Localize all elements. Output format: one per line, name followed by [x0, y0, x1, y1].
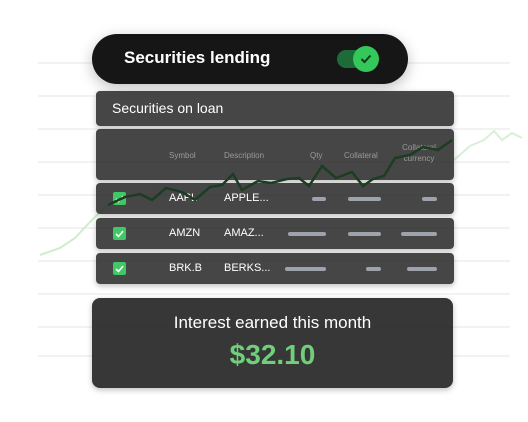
collateral-placeholder-bar — [348, 232, 381, 236]
securities-lending-label: Securities lending — [124, 48, 271, 67]
row-checkbox[interactable] — [113, 192, 126, 205]
table-row[interactable]: BRK.B BERKS... — [96, 253, 454, 284]
securities-lending-switch[interactable] — [337, 46, 379, 72]
row-symbol: BRK.B — [169, 262, 203, 274]
collateral-currency-placeholder-bar — [407, 267, 437, 271]
column-header-collateral: Collateral — [344, 151, 378, 160]
collateral-currency-placeholder-bar — [422, 197, 437, 201]
row-description: AMAZ... — [224, 227, 264, 239]
row-symbol: AAPL — [169, 192, 198, 204]
collateral-placeholder-bar — [366, 267, 381, 271]
row-description: APPLE... — [224, 192, 269, 204]
table-header: Symbol Description Qty Collateral Collat… — [96, 129, 454, 180]
table-row[interactable]: AMZN AMAZ... — [96, 218, 454, 249]
securities-lending-toggle-card: Securities lending — [92, 34, 408, 84]
interest-earned-amount: $32.10 — [229, 339, 316, 370]
row-description: BERKS... — [224, 262, 271, 274]
interest-earned-label: Interest earned this month — [173, 313, 372, 332]
column-header-symbol: Symbol — [169, 151, 196, 160]
column-header-qty: Qty — [310, 151, 323, 160]
row-checkbox[interactable] — [113, 262, 126, 275]
qty-placeholder-bar — [288, 232, 326, 236]
row-symbol: AMZN — [169, 227, 201, 239]
interest-earned-card: Interest earned this month $32.10 — [92, 298, 453, 388]
row-checkbox[interactable] — [113, 227, 126, 240]
qty-placeholder-bar — [312, 197, 326, 201]
table-row[interactable]: AAPL APPLE... — [96, 183, 454, 214]
qty-placeholder-bar — [285, 267, 326, 271]
securities-on-loan-title: Securities on loan — [112, 100, 224, 116]
column-header-description: Description — [224, 151, 265, 160]
column-header-collateral-currency: Collateral currency — [402, 143, 436, 163]
collateral-currency-placeholder-bar — [401, 232, 437, 236]
securities-on-loan-header: Securities on loan — [96, 91, 454, 126]
collateral-placeholder-bar — [348, 197, 381, 201]
checkmark-icon — [353, 46, 379, 72]
